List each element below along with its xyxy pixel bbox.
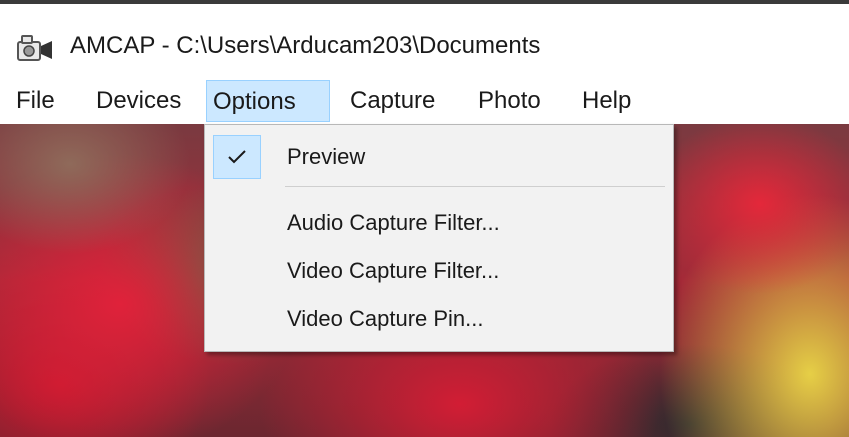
title-bar[interactable]: AMCAP - C:\Users\Arducam203\Documents <box>0 4 849 80</box>
window-title: AMCAP - C:\Users\Arducam203\Documents <box>70 32 541 59</box>
menu-item-video-capture-filter[interactable]: Video Capture Filter... <box>287 251 499 291</box>
options-dropdown-menu: Preview Audio Capture Filter... Video Ca… <box>204 124 674 352</box>
menu-help[interactable]: Help <box>576 80 637 122</box>
menu-separator <box>285 186 665 187</box>
menu-item-audio-capture-filter[interactable]: Audio Capture Filter... <box>287 203 500 243</box>
camera-icon <box>16 34 56 62</box>
preview-checked-indicator <box>213 135 261 179</box>
menu-photo[interactable]: Photo <box>472 80 547 122</box>
menu-capture[interactable]: Capture <box>344 80 441 122</box>
menu-item-video-capture-pin[interactable]: Video Capture Pin... <box>287 299 484 339</box>
menu-options[interactable]: Options <box>206 80 330 122</box>
menu-bar: File Devices Options Capture Photo Help <box>0 80 849 124</box>
amcap-window: AMCAP - C:\Users\Arducam203\Documents Fi… <box>0 0 849 437</box>
menu-item-preview[interactable]: Preview <box>287 137 365 177</box>
menu-devices[interactable]: Devices <box>90 80 187 122</box>
menu-file[interactable]: File <box>10 80 61 122</box>
